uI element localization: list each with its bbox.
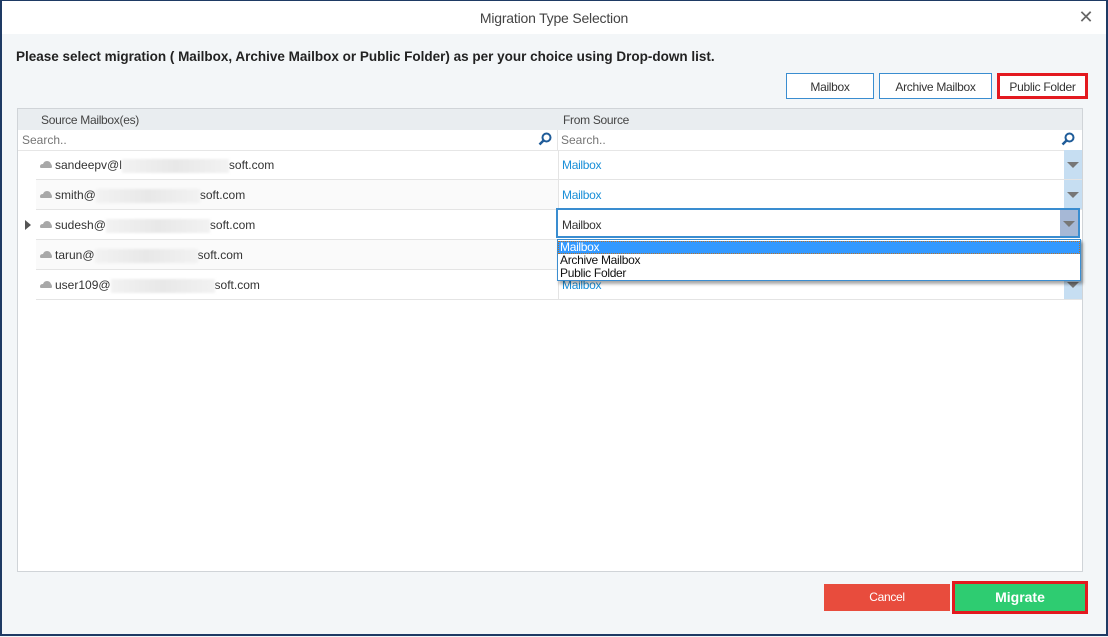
close-icon[interactable]: ✕ (1076, 7, 1096, 27)
source-email: user109@ soft.com (55, 278, 260, 293)
chevron-down-icon (1067, 282, 1079, 288)
migrate-button[interactable]: Migrate (952, 581, 1088, 614)
source-email: sudesh@ soft.com (55, 218, 256, 233)
from-source-cell[interactable]: Mailbox (558, 150, 1082, 180)
source-email: smith@ soft.com (55, 188, 246, 203)
cloud-icon (40, 161, 52, 168)
source-cell: sudesh@ soft.com (36, 210, 558, 240)
source-cell: smith@ soft.com (36, 180, 558, 210)
mailbox-grid: Source Mailbox(es) From Source sandeepv@… (17, 108, 1083, 572)
dropdown-button[interactable] (1064, 150, 1082, 179)
combobox-value[interactable]: Mailbox (562, 218, 602, 232)
column-divider (557, 130, 558, 150)
source-cell: tarun@ soft.com (36, 240, 558, 270)
column-header-from-source[interactable]: From Source (563, 113, 629, 127)
dropdown-button[interactable] (1064, 180, 1082, 209)
mailbox-button[interactable]: Mailbox (786, 73, 874, 99)
column-header-source[interactable]: Source Mailbox(es) (41, 113, 139, 127)
archive-mailbox-button[interactable]: Archive Mailbox (879, 73, 992, 99)
from-source-cell[interactable]: Mailbox (558, 180, 1082, 210)
migration-type-dropdown-list: Mailbox Archive Mailbox Public Folder (557, 239, 1081, 281)
search-row (18, 130, 1082, 151)
cloud-icon (40, 251, 52, 258)
migration-type-value[interactable]: Mailbox (562, 158, 602, 172)
dropdown-option-archive-mailbox[interactable]: Archive Mailbox (558, 254, 1080, 267)
row-pointer-icon (25, 220, 31, 230)
migration-type-combobox[interactable]: Mailbox (556, 208, 1080, 238)
source-cell: user109@ soft.com (36, 270, 558, 300)
from-source-search-input[interactable] (561, 132, 1056, 148)
chevron-down-icon (1063, 221, 1075, 227)
search-icon[interactable] (1061, 132, 1075, 146)
source-email: tarun@ soft.com (55, 248, 243, 263)
dropdown-button[interactable] (1060, 210, 1078, 236)
search-icon[interactable] (538, 132, 552, 146)
instruction-text: Please select migration ( Mailbox, Archi… (16, 49, 715, 64)
source-search-input[interactable] (22, 132, 532, 148)
chevron-down-icon (1067, 162, 1079, 168)
migration-type-dialog: Migration Type Selection ✕ Please select… (0, 0, 1108, 636)
cloud-icon (40, 281, 52, 288)
public-folder-button[interactable]: Public Folder (997, 73, 1088, 99)
cancel-button[interactable]: Cancel (824, 584, 950, 611)
title-bar: Migration Type Selection ✕ (2, 1, 1106, 34)
source-cell: sandeepv@l soft.com (36, 150, 558, 180)
table-row[interactable]: sandeepv@l soft.com Mailbox (18, 150, 1082, 180)
dialog-title: Migration Type Selection (479, 10, 629, 26)
migration-type-value[interactable]: Mailbox (562, 188, 602, 202)
cloud-icon (40, 191, 52, 198)
grid-header: Source Mailbox(es) From Source (18, 109, 1082, 130)
source-email: sandeepv@l soft.com (55, 158, 275, 173)
table-row[interactable]: smith@ soft.com Mailbox (18, 180, 1082, 210)
cloud-icon (40, 221, 52, 228)
dropdown-option-public-folder[interactable]: Public Folder (558, 267, 1080, 280)
chevron-down-icon (1067, 192, 1079, 198)
